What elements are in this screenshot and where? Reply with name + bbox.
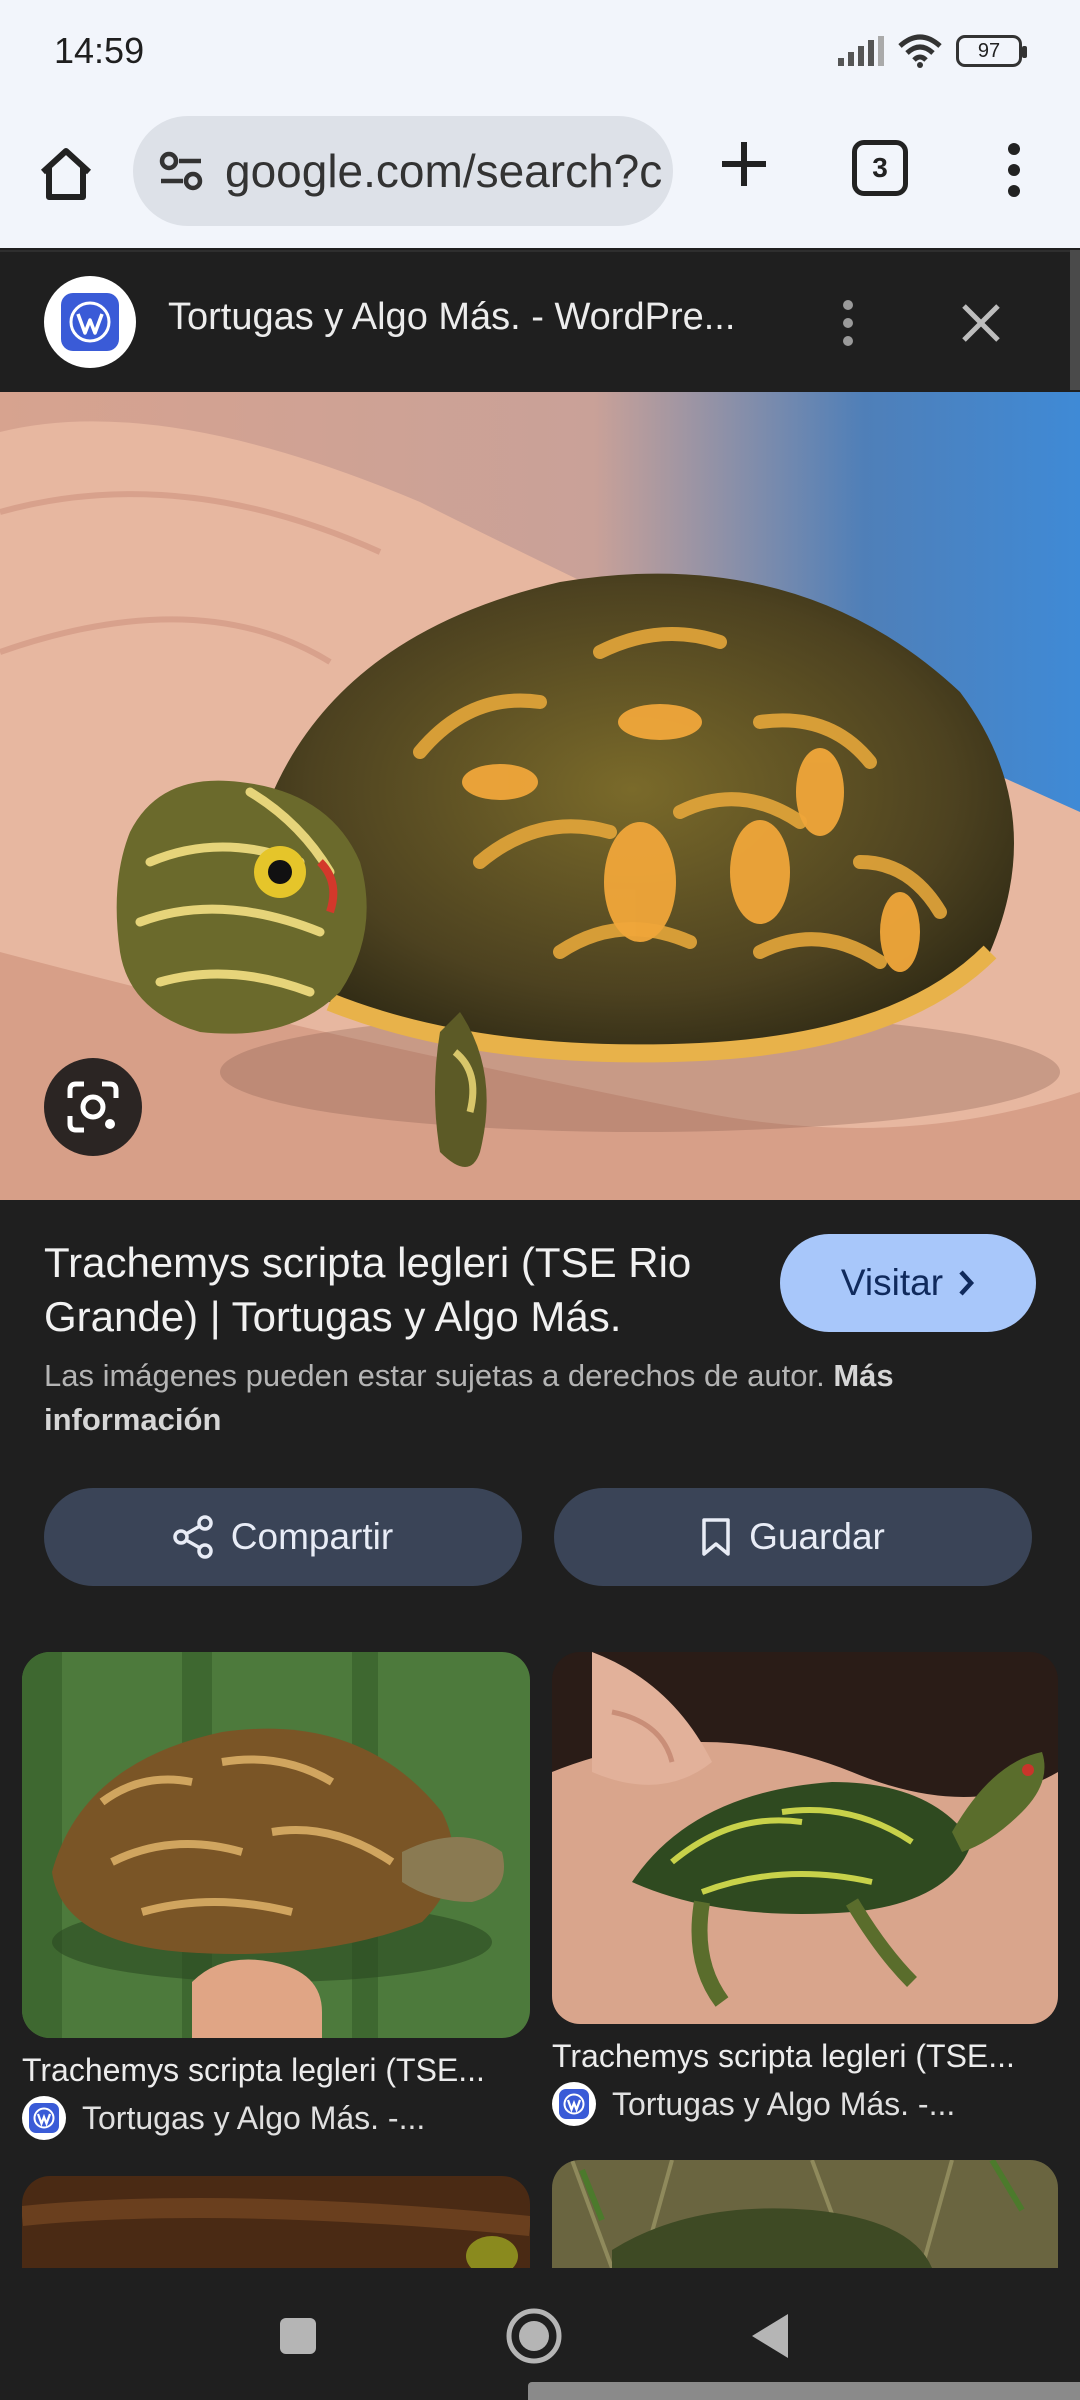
home-icon	[40, 148, 92, 200]
related-image-3[interactable]	[22, 2176, 530, 2268]
browser-menu-button[interactable]	[986, 130, 1042, 210]
related-caption-1[interactable]: Trachemys scripta legleri (TSE...	[22, 2052, 532, 2089]
recents-icon	[280, 2318, 316, 2354]
panel-site-title[interactable]: Tortugas y Algo Más. - WordPre...	[168, 296, 758, 339]
status-bar: 14:59 97	[0, 0, 1080, 108]
panel-scrollbar[interactable]	[1070, 250, 1080, 390]
wordpress-icon	[22, 2096, 66, 2140]
copyright-text: Las imágenes pueden estar sujetas a dere…	[44, 1358, 825, 1393]
back-icon	[752, 2314, 788, 2358]
home-circle-icon	[506, 2308, 562, 2364]
copyright-notice: Las imágenes pueden estar sujetas a dere…	[44, 1354, 1044, 1442]
battery-level: 97	[977, 39, 1001, 62]
wordpress-icon	[552, 2082, 596, 2126]
browser-toolbar: google.com/search?c 3	[0, 108, 1080, 248]
chevron-right-icon	[959, 1270, 975, 1296]
related-caption-2[interactable]: Trachemys scripta legleri (TSE...	[552, 2038, 1062, 2075]
home-nav-button[interactable]	[494, 2296, 574, 2376]
share-button[interactable]: Compartir	[44, 1488, 522, 1586]
more-vert-icon	[1008, 143, 1020, 197]
related-source-label-1: Tortugas y Algo Más. -...	[82, 2099, 426, 2136]
image-panel-header: Tortugas y Algo Más. - WordPre...	[0, 250, 1080, 392]
address-bar[interactable]: google.com/search?c	[133, 116, 673, 226]
close-panel-button[interactable]	[946, 288, 1016, 358]
battery-icon: 97	[956, 35, 1027, 67]
url-text: google.com/search?c	[225, 145, 663, 197]
google-lens-icon	[67, 1081, 119, 1133]
back-button[interactable]	[730, 2296, 810, 2376]
wifi-icon	[898, 34, 942, 68]
related-image-2[interactable]	[552, 1652, 1058, 2024]
site-favicon	[44, 276, 136, 368]
home-button[interactable]	[30, 138, 102, 210]
save-label: Guardar	[749, 1516, 885, 1557]
system-navigation-bar	[0, 2268, 1080, 2400]
tab-count: 3	[872, 152, 888, 183]
new-tab-button[interactable]	[708, 128, 780, 200]
related-source-1[interactable]: Tortugas y Algo Más. -...	[22, 2096, 425, 2140]
share-icon	[173, 1515, 213, 1559]
status-time: 14:59	[54, 30, 145, 71]
visit-button[interactable]: Visitar	[780, 1234, 1036, 1332]
google-lens-button[interactable]	[44, 1058, 142, 1156]
save-button[interactable]: Guardar	[554, 1488, 1032, 1586]
gesture-handle[interactable]	[528, 2382, 1080, 2400]
recents-button[interactable]	[258, 2296, 338, 2376]
related-source-2[interactable]: Tortugas y Algo Más. -...	[552, 2082, 955, 2126]
panel-menu-button[interactable]	[826, 288, 870, 358]
share-label: Compartir	[230, 1516, 394, 1557]
signal-icon	[838, 36, 884, 66]
result-title[interactable]: Trachemys scripta legleri (TSE Rio Grand…	[44, 1236, 764, 1344]
related-image-4[interactable]	[552, 2160, 1058, 2268]
plus-icon	[722, 142, 766, 186]
tab-switcher-button[interactable]: 3	[852, 140, 908, 196]
site-info-icon[interactable]	[157, 146, 207, 196]
related-source-label-2: Tortugas y Algo Más. -...	[612, 2085, 956, 2122]
visit-label: Visitar	[840, 1262, 944, 1303]
status-icons: 97	[838, 34, 1027, 68]
more-vert-icon	[843, 300, 853, 346]
wordpress-icon	[61, 293, 119, 351]
bookmark-icon	[702, 1518, 730, 1556]
main-result-image[interactable]	[0, 392, 1080, 1200]
close-icon	[962, 304, 1000, 342]
related-image-1[interactable]	[22, 1652, 530, 2038]
